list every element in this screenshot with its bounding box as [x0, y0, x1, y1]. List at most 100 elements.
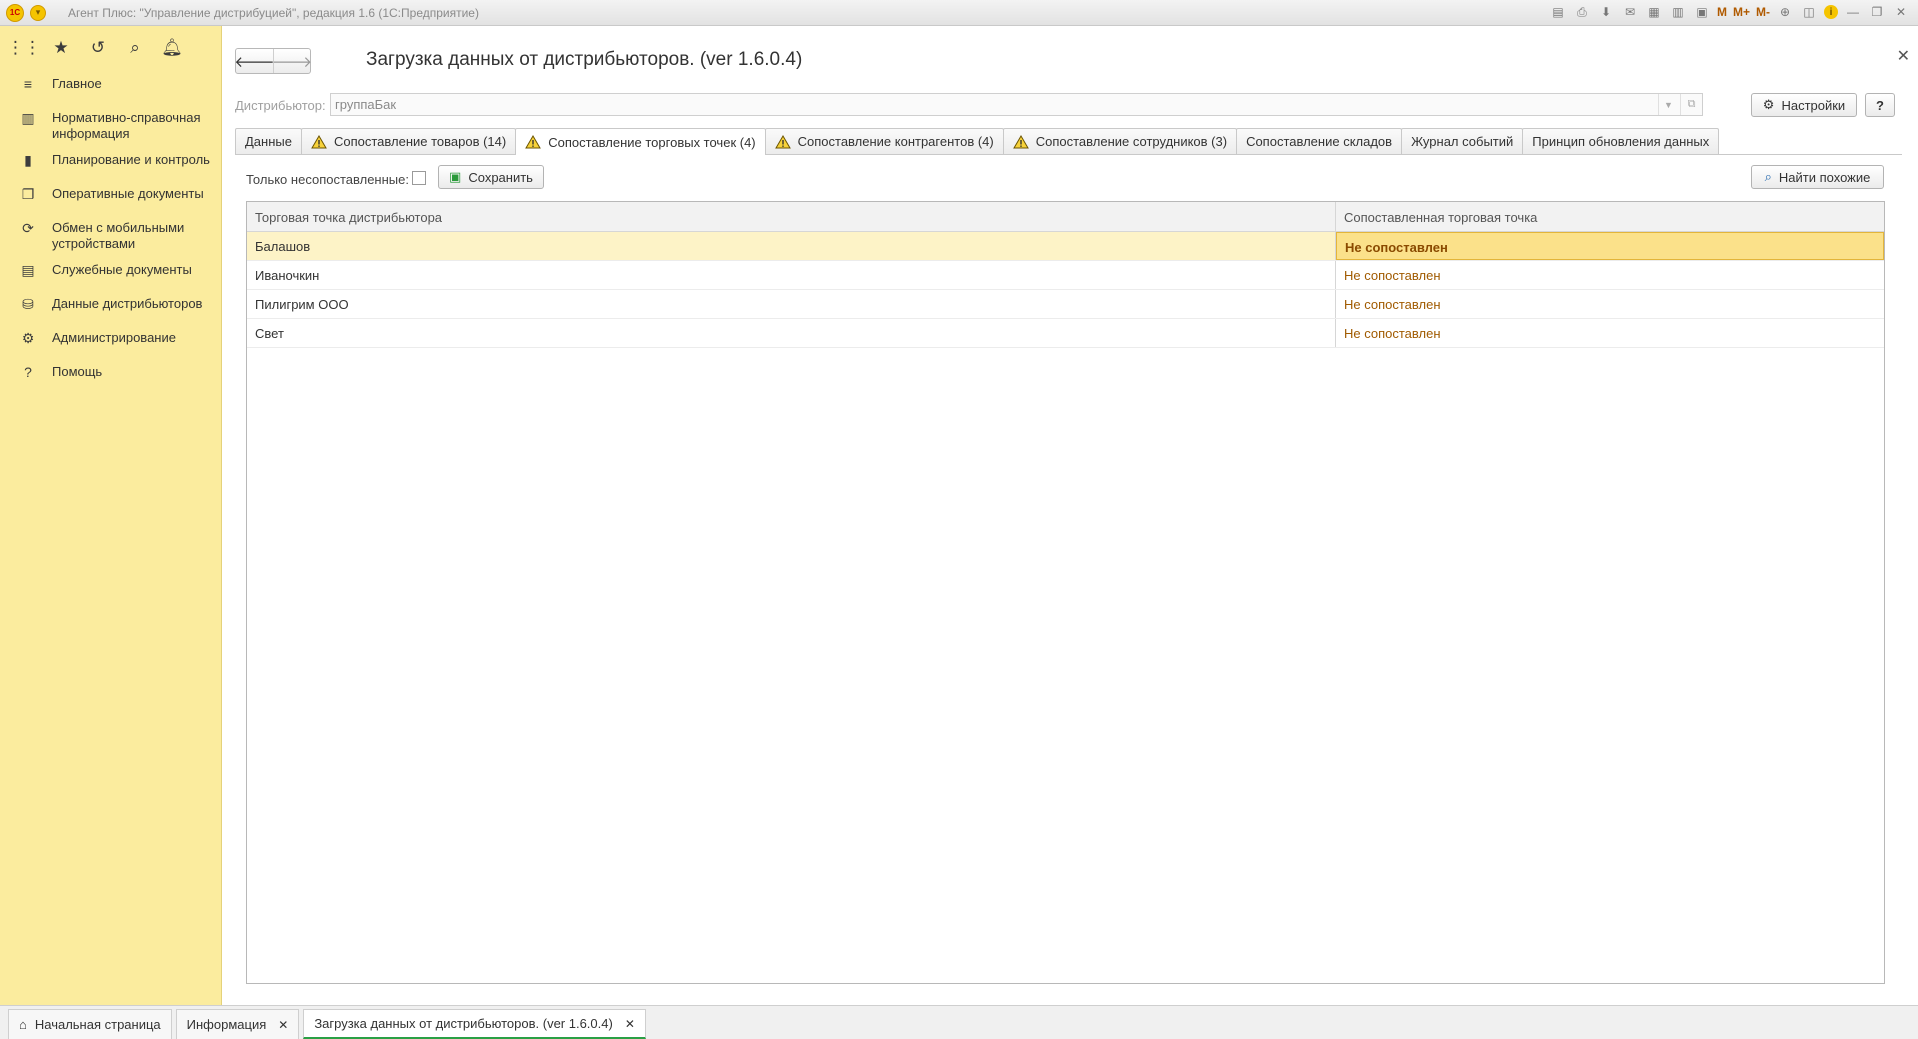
table-row[interactable]: Свет Не сопоставлен [247, 319, 1884, 348]
distributor-field[interactable]: группаБак ▼ ⧉ [330, 93, 1703, 116]
unmatched-only-checkbox[interactable] [412, 171, 426, 185]
sidebar-item-help[interactable]: ? Помощь [0, 358, 221, 392]
main-menu-icon[interactable]: ▾ [30, 4, 46, 21]
favorites-star-icon[interactable]: ★ [51, 38, 71, 58]
close-tab-icon[interactable]: ✕ [278, 1018, 288, 1032]
tab-outlets-matching[interactable]: Сопоставление торговых точек (4) [515, 128, 766, 155]
tab-employees-matching[interactable]: Сопоставление сотрудников (3) [1002, 128, 1238, 154]
table-icon[interactable]: ▦ [1645, 3, 1663, 21]
tab-label: Сопоставление контрагентов (4) [797, 134, 994, 149]
bar-chart-icon: ▮ [24, 152, 32, 168]
tab-update-principle[interactable]: Принцип обновления данных [1522, 128, 1720, 154]
warning-icon [311, 134, 327, 149]
distributor-label: Дистрибьютор: [235, 98, 326, 113]
forward-arrow-icon[interactable]: 🡒 [272, 49, 312, 73]
restore-icon[interactable]: ❐ [1868, 3, 1886, 21]
mail-icon[interactable]: ✉ [1621, 3, 1639, 21]
matched-cell[interactable]: Не сопоставлен [1336, 290, 1884, 318]
chevron-down-icon[interactable]: ▼ [1658, 94, 1678, 115]
search-icon: ⌕ [1764, 169, 1772, 184]
sidebar-item-label: Администрирование [52, 330, 176, 345]
save-button[interactable]: ▣ Сохранить [438, 165, 544, 189]
sidebar-item-reference[interactable]: ▥ Нормативно-справочная информация [0, 104, 221, 146]
outlet-cell[interactable]: Иваночкин [247, 261, 1336, 289]
help-button[interactable]: ? [1865, 93, 1895, 117]
notifications-bell-icon[interactable]: 🔔︎ [161, 38, 183, 58]
save-icon[interactable]: ▤ [1549, 3, 1567, 21]
main-form: 🡐 🡒 Загрузка данных от дистрибьюторов. (… [224, 26, 1918, 1005]
sidebar-item-label: Нормативно-справочная информация [52, 110, 201, 141]
titlebar-tools: ▤ ⎙ ⬇ ✉ ▦ ▥ ▣ M M+ M- ⊕ ◫ i — ❐ ✕ [1549, 3, 1910, 21]
taskbar-tab-label: Начальная страница [34, 1017, 161, 1032]
tab-label: Сопоставление торговых точек (4) [548, 134, 756, 150]
tab-label: Принцип обновления данных [1532, 134, 1710, 149]
warning-icon [525, 135, 542, 149]
gear-icon: ⚙ [21, 330, 35, 346]
matched-cell[interactable]: Не сопоставлен [1336, 319, 1884, 347]
sidebar-menu: ≡ Главное ▥ Нормативно-справочная информ… [0, 70, 221, 392]
distributor-value: группаБак [335, 97, 397, 112]
download-icon[interactable]: ⬇ [1597, 3, 1615, 21]
outlets-table: Торговая точка дистрибьютора Сопоставлен… [246, 201, 1885, 984]
memory-plus-button[interactable]: M+ [1733, 3, 1750, 21]
tab-data[interactable]: Данные [235, 128, 302, 154]
table-row[interactable]: Иваночкин Не сопоставлен [247, 261, 1884, 290]
tab-products-matching[interactable]: Сопоставление товаров (14) [300, 128, 517, 154]
sidebar-item-label: Оперативные документы [52, 186, 204, 201]
tab-warehouses-matching[interactable]: Сопоставление складов [1236, 128, 1403, 154]
close-window-icon[interactable]: ✕ [1892, 3, 1910, 21]
documents-icon: ❐ [21, 186, 35, 202]
back-arrow-icon[interactable]: 🡐 [234, 49, 274, 73]
tab-bar: Данные Сопоставление товаров (14) Сопост… [235, 128, 1720, 155]
find-similar-button[interactable]: ⌕ Найти похожие [1751, 165, 1884, 189]
outlet-cell[interactable]: Свет [247, 319, 1336, 347]
tab-label: Сопоставление товаров (14) [333, 134, 507, 149]
sidebar-item-label: Помощь [52, 364, 103, 379]
history-icon[interactable]: ↺ [88, 38, 108, 58]
info-icon[interactable]: i [1824, 5, 1838, 19]
service-docs-icon: ▤ [21, 262, 35, 278]
outlet-cell[interactable]: Балашов [247, 232, 1336, 260]
tab-counterparties-matching[interactable]: Сопоставление контрагентов (4) [764, 128, 1004, 154]
calendar-icon[interactable]: ▥ [1669, 3, 1687, 21]
search-icon[interactable]: ⌕ [125, 38, 145, 58]
print-icon[interactable]: ⎙ [1573, 3, 1591, 21]
list-icon: ≡ [23, 76, 33, 92]
matched-cell[interactable]: Не сопоставлен [1336, 261, 1884, 289]
sidebar-item-distributor-data[interactable]: ⛁ Данные дистрибьюторов [0, 290, 221, 324]
memory-minus-button[interactable]: M- [1756, 3, 1770, 21]
sidebar-item-main[interactable]: ≡ Главное [0, 70, 221, 104]
sidebar-item-planning[interactable]: ▮ Планирование и контроль [0, 146, 221, 180]
settings-button[interactable]: ⚙ Настройки [1751, 93, 1857, 117]
unmatched-only-label: Только несопоставленные: [246, 172, 409, 187]
tab-event-log[interactable]: Журнал событий [1401, 128, 1524, 154]
sidebar-item-operational-docs[interactable]: ❐ Оперативные документы [0, 180, 221, 214]
close-tab-icon[interactable]: ✕ [625, 1017, 635, 1031]
sidebar-item-administration[interactable]: ⚙ Администрирование [0, 324, 221, 358]
window-title: Агент Плюс: "Управление дистрибуцией", р… [68, 5, 479, 20]
memory-m-button[interactable]: M [1717, 3, 1727, 21]
apps-grid-icon[interactable]: ⋮⋮ [7, 38, 41, 58]
app-logo-icon[interactable]: 1С [6, 3, 24, 22]
tab-label: Журнал событий [1411, 134, 1514, 149]
taskbar-tab-home[interactable]: ⌂ Начальная страница [8, 1009, 172, 1039]
matched-cell[interactable]: Не сопоставлен [1336, 232, 1884, 260]
sidebar-item-service-docs[interactable]: ▤ Служебные документы [0, 256, 221, 290]
calculator-icon[interactable]: ▣ [1693, 3, 1711, 21]
table-row[interactable]: Балашов Не сопоставлен [247, 232, 1884, 261]
outlet-cell[interactable]: Пилигрим ООО [247, 290, 1336, 318]
zoom-icon[interactable]: ⊕ [1776, 3, 1794, 21]
sidebar-item-mobile-exchange[interactable]: ⟳ Обмен с мобильными устройствами [0, 214, 221, 256]
column-header-outlet[interactable]: Торговая точка дистрибьютора [247, 202, 1336, 231]
column-header-matched[interactable]: Сопоставленная торговая точка [1336, 202, 1884, 231]
open-link-icon[interactable]: ⧉ [1680, 94, 1702, 115]
minimize-icon[interactable]: — [1844, 3, 1862, 21]
sidebar-item-label: Обмен с мобильными устройствами [52, 220, 185, 251]
taskbar-tab-distributor-upload[interactable]: Загрузка данных от дистрибьюторов. (ver … [303, 1009, 646, 1039]
close-form-icon[interactable]: ✕ [1897, 46, 1910, 66]
taskbar-tab-info[interactable]: Информация ✕ [175, 1009, 300, 1039]
panels-icon[interactable]: ◫ [1800, 3, 1818, 21]
save-icon: ▣ [449, 169, 462, 184]
table-row[interactable]: Пилигрим ООО Не сопоставлен [247, 290, 1884, 319]
window-titlebar: 1С ▾ Агент Плюс: "Управление дистрибуцие… [0, 0, 1918, 26]
